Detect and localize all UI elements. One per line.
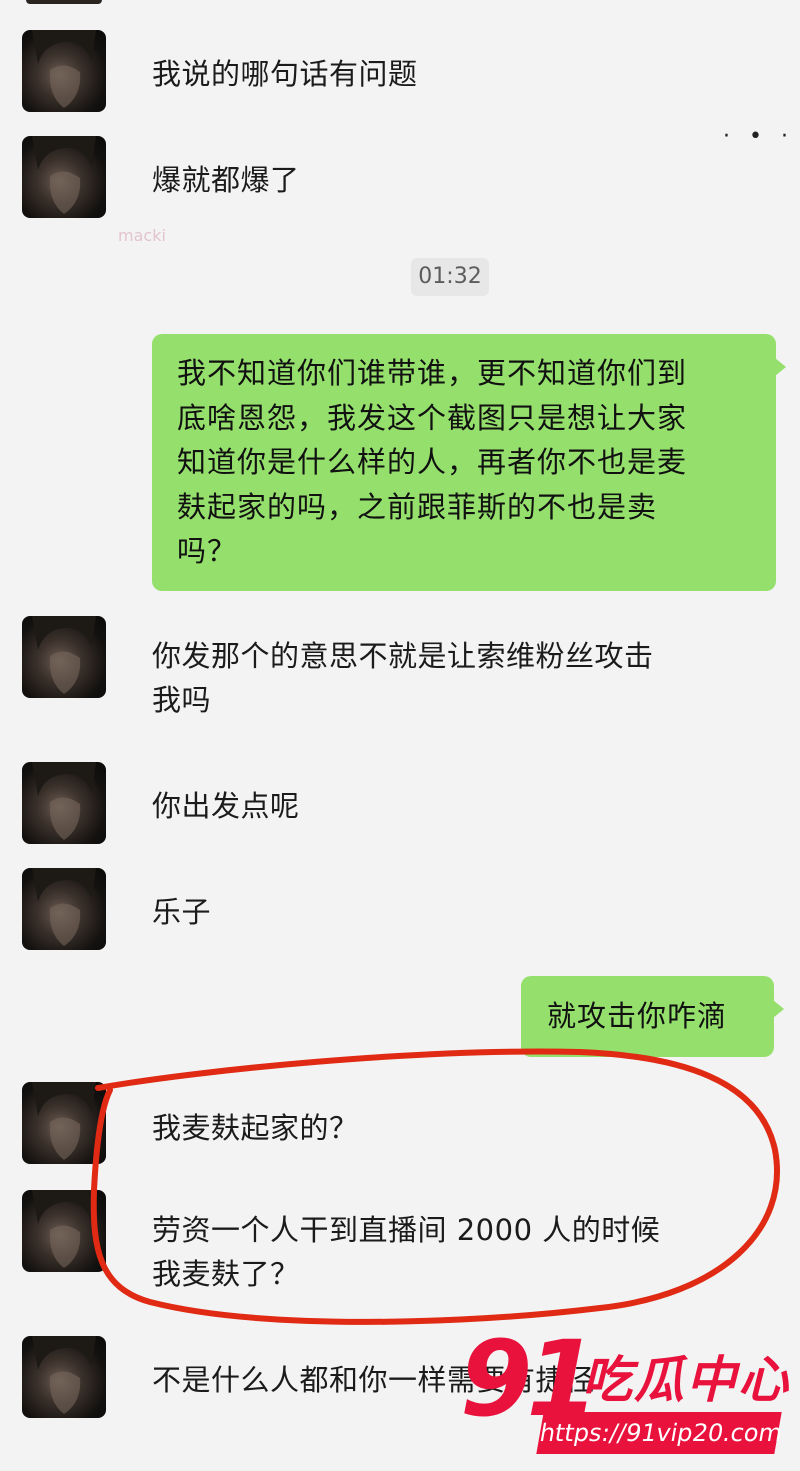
avatar[interactable] bbox=[22, 1082, 106, 1164]
message-text: 我说的哪句话有问题 bbox=[152, 57, 418, 91]
more-dots-icon: · • · bbox=[723, 124, 794, 149]
avatar[interactable] bbox=[22, 136, 106, 218]
avatar[interactable] bbox=[22, 762, 106, 844]
message-line: 就攻击你咋滴 bbox=[547, 999, 728, 1033]
message-line: 知道你是什么样的人，再者你不也是麦 bbox=[177, 445, 688, 479]
timestamp: 01:32 bbox=[411, 258, 489, 296]
avatar[interactable] bbox=[22, 1336, 106, 1418]
message-text: 乐子 bbox=[152, 895, 212, 929]
avatar[interactable] bbox=[22, 1190, 106, 1272]
message-line: 你发那个的意思不就是让索维粉丝攻击 bbox=[152, 639, 654, 673]
top-avatar-edge bbox=[26, 0, 102, 4]
message-line: 劳资一个人干到直播间 2000 人的时候 bbox=[152, 1213, 661, 1247]
outgoing-message-bubble[interactable]: 就攻击你咋滴 bbox=[521, 976, 784, 1057]
message-line: 我麦麸了？ bbox=[152, 1257, 300, 1291]
message-text: 你发那个的意思不就是让索维粉丝攻击 我吗 bbox=[152, 634, 654, 722]
message-line: 底啥恩怨，我发这个截图只是想让大家 bbox=[177, 400, 688, 435]
watermark-url: https://91vip20.com bbox=[536, 1412, 785, 1454]
message-line: 我不知道你们谁带谁，更不知道你们到 bbox=[177, 356, 688, 390]
message-text: 爆就都爆了 bbox=[152, 163, 300, 197]
message-line: 麸起家的吗，之前跟菲斯的不也是卖 bbox=[177, 489, 658, 524]
watermark-logo: 91 吃瓜中心 https://91vip20.com bbox=[440, 1324, 800, 1471]
message-line: 我吗 bbox=[152, 683, 212, 717]
avatar[interactable] bbox=[22, 30, 106, 112]
message-line: 吗？ bbox=[177, 534, 238, 568]
message-text: 你出发点呢 bbox=[152, 789, 300, 823]
outgoing-message-bubble[interactable]: 我不知道你们谁带谁，更不知道你们到 底啥恩怨，我发这个截图只是想让大家 知道你是… bbox=[152, 334, 786, 591]
background-sticker: macki bbox=[118, 226, 166, 245]
message-text: 我麦麸起家的？ bbox=[152, 1111, 359, 1145]
message-text: 劳资一个人干到直播间 2000 人的时候 我麦麸了？ bbox=[152, 1208, 660, 1296]
chat-area[interactable]: · • · 我说的哪句话有问题 爆就都爆了 macki 01:32 我不知道你们… bbox=[0, 0, 800, 1471]
avatar[interactable] bbox=[22, 616, 106, 698]
avatar[interactable] bbox=[22, 868, 106, 950]
watermark-name: 吃瓜中心 bbox=[582, 1351, 790, 1409]
